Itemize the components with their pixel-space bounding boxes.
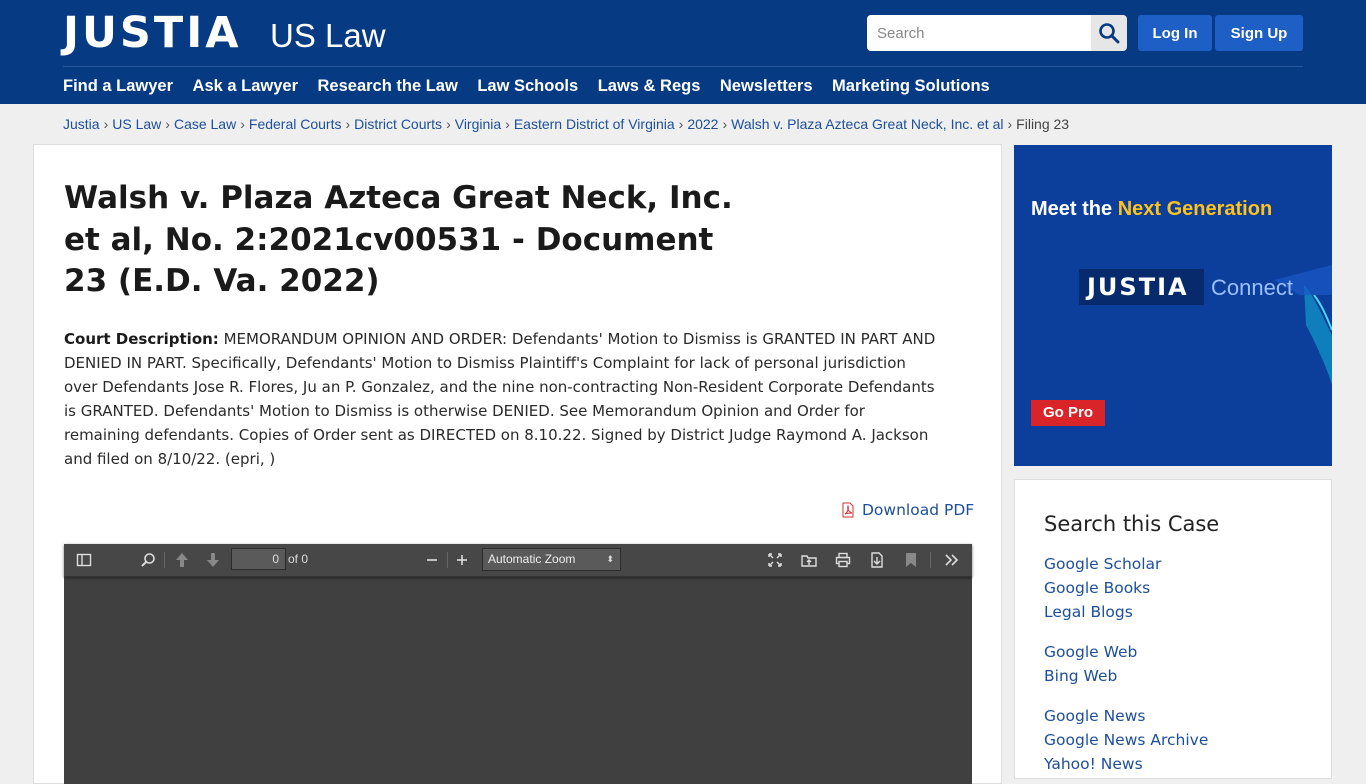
breadcrumb-separator: › (1007, 116, 1013, 132)
link-google-scholar[interactable]: Google Scholar (1044, 554, 1161, 574)
download-pdf-label: Download PDF (862, 501, 975, 519)
main-nav: Find a Lawyer Ask a Lawyer Research the … (63, 75, 1009, 97)
breadcrumb-separator: › (505, 116, 510, 132)
breadcrumb-separator: › (345, 116, 351, 132)
link-google-news-archive[interactable]: Google News Archive (1044, 730, 1208, 750)
open-file-icon[interactable] (800, 551, 818, 569)
presentation-mode-icon[interactable] (766, 551, 784, 569)
pdf-toolbar: 0 of 0 Automatic Zoom ⬍ (64, 544, 972, 577)
ad-connect-label: Connect (1211, 275, 1293, 300)
search-button[interactable] (1091, 15, 1127, 51)
find-icon[interactable] (139, 551, 157, 569)
breadcrumb-item[interactable]: US Law (112, 116, 161, 132)
ad-title: Meet the Next Generation (1031, 197, 1272, 221)
ad-title-prefix: Meet the (1031, 198, 1118, 220)
nav-ask-a-lawyer[interactable]: Ask a Lawyer (193, 75, 298, 97)
nav-marketing-solutions[interactable]: Marketing Solutions (832, 75, 990, 97)
select-arrows-icon: ⬍ (606, 554, 614, 564)
breadcrumb-item[interactable]: Case Law (174, 116, 236, 132)
link-bing-web[interactable]: Bing Web (1044, 666, 1117, 686)
nav-law-schools[interactable]: Law Schools (477, 75, 578, 97)
page-count: of 0 (288, 552, 309, 566)
logo-us-law[interactable]: US Law (270, 17, 386, 55)
breadcrumb-item[interactable]: Walsh v. Plaza Azteca Great Neck, Inc. e… (731, 116, 1003, 132)
link-google-web[interactable]: Google Web (1044, 642, 1137, 662)
link-yahoo-news[interactable]: Yahoo! News (1044, 754, 1143, 774)
breadcrumb-current: Filing 23 (1016, 116, 1070, 132)
justia-connect-ad[interactable]: Meet the Next Generation JUSTIA Connect … (1014, 145, 1332, 466)
nav-find-a-lawyer[interactable]: Find a Lawyer (63, 75, 173, 97)
zoom-select-value: Automatic Zoom (488, 552, 576, 566)
zoom-in-icon[interactable] (453, 551, 471, 569)
pdf-icon (842, 502, 854, 518)
go-pro-button[interactable]: Go Pro (1031, 400, 1105, 426)
print-icon[interactable] (834, 551, 852, 569)
breadcrumb-item[interactable]: Justia (63, 116, 100, 132)
breadcrumb-separator: › (722, 116, 728, 132)
nav-laws-regs[interactable]: Laws & Regs (598, 75, 701, 97)
next-page-icon[interactable] (204, 551, 222, 569)
login-button[interactable]: Log In (1138, 15, 1212, 51)
link-google-news[interactable]: Google News (1044, 706, 1145, 726)
breadcrumb-item[interactable]: Federal Courts (249, 116, 342, 132)
header-divider (63, 66, 1303, 67)
breadcrumb: Justia › US Law › Case Law › Federal Courts › Di… (63, 115, 1069, 133)
toolbar-divider (164, 552, 165, 568)
justia-logo[interactable]: JUSTIA (63, 10, 242, 56)
breadcrumb-item[interactable]: Virginia (455, 116, 501, 132)
breadcrumb-separator: › (446, 116, 451, 132)
nav-research-the-law[interactable]: Research the Law (318, 75, 458, 97)
breadcrumb-separator: › (678, 116, 684, 132)
search-icon (1099, 23, 1120, 44)
link-google-books[interactable]: Google Books (1044, 578, 1150, 598)
breadcrumb-separator: › (165, 116, 170, 132)
nav-newsletters[interactable]: Newsletters (720, 75, 813, 97)
site-header: JUSTIA US Law Log In Sign Up Find a Lawy… (0, 0, 1366, 104)
search-input[interactable] (867, 15, 1091, 51)
download-pdf-link[interactable]: Download PDF (840, 501, 974, 519)
signup-button[interactable]: Sign Up (1215, 15, 1303, 51)
download-icon[interactable] (868, 551, 886, 569)
description-label: Court Description: (64, 330, 219, 348)
page-title: Walsh v. Plaza Azteca Great Neck, Inc. e… (64, 180, 733, 299)
page-number-input[interactable]: 0 (231, 548, 286, 570)
main-content: Walsh v. Plaza Azteca Great Neck, Inc. e… (33, 144, 1002, 784)
previous-page-icon[interactable] (173, 551, 191, 569)
breadcrumb-item[interactable]: District Courts (354, 116, 442, 132)
breadcrumb-item[interactable]: 2022 (687, 116, 718, 132)
toolbar-divider (930, 552, 931, 568)
ad-justia-logo: JUSTIA (1087, 273, 1189, 301)
sidebar-toggle-icon[interactable] (75, 551, 93, 569)
description-text: MEMORANDUM OPINION AND ORDER: Defendants… (64, 330, 936, 468)
more-tools-icon[interactable] (943, 551, 961, 569)
zoom-select[interactable]: Automatic Zoom ⬍ (482, 548, 621, 571)
toolbar-divider (447, 552, 448, 568)
breadcrumb-item[interactable]: Eastern District of Virginia (514, 116, 675, 132)
bookmark-icon[interactable] (902, 551, 920, 569)
search-this-case-panel: Search this Case Google Scholar Google B… (1014, 479, 1332, 779)
breadcrumb-separator: › (103, 116, 109, 132)
breadcrumb-separator: › (240, 116, 245, 132)
pdf-viewer[interactable]: 0 of 0 Automatic Zoom ⬍ (64, 544, 972, 784)
sidebar-title: Search this Case (1044, 512, 1220, 536)
ad-title-highlight: Next Generation (1117, 198, 1273, 220)
link-legal-blogs[interactable]: Legal Blogs (1044, 602, 1133, 622)
court-description: Court Description: MEMORANDUM OPINION AN… (64, 327, 944, 471)
zoom-out-icon[interactable] (423, 551, 441, 569)
